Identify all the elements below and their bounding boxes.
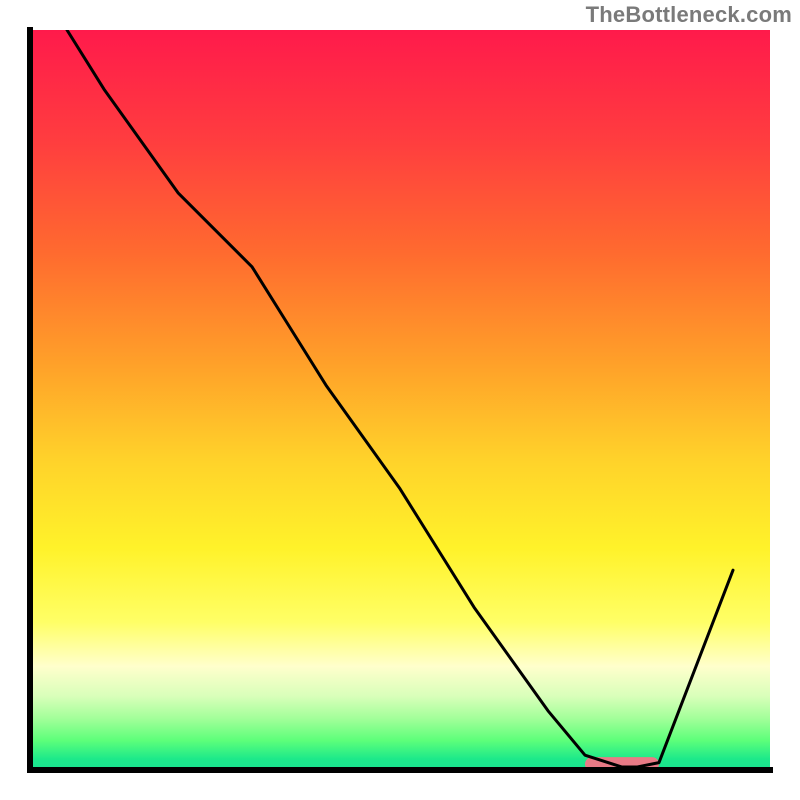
watermark: TheBottleneck.com — [586, 2, 792, 28]
chart-svg — [0, 0, 800, 800]
chart-container: TheBottleneck.com — [0, 0, 800, 800]
